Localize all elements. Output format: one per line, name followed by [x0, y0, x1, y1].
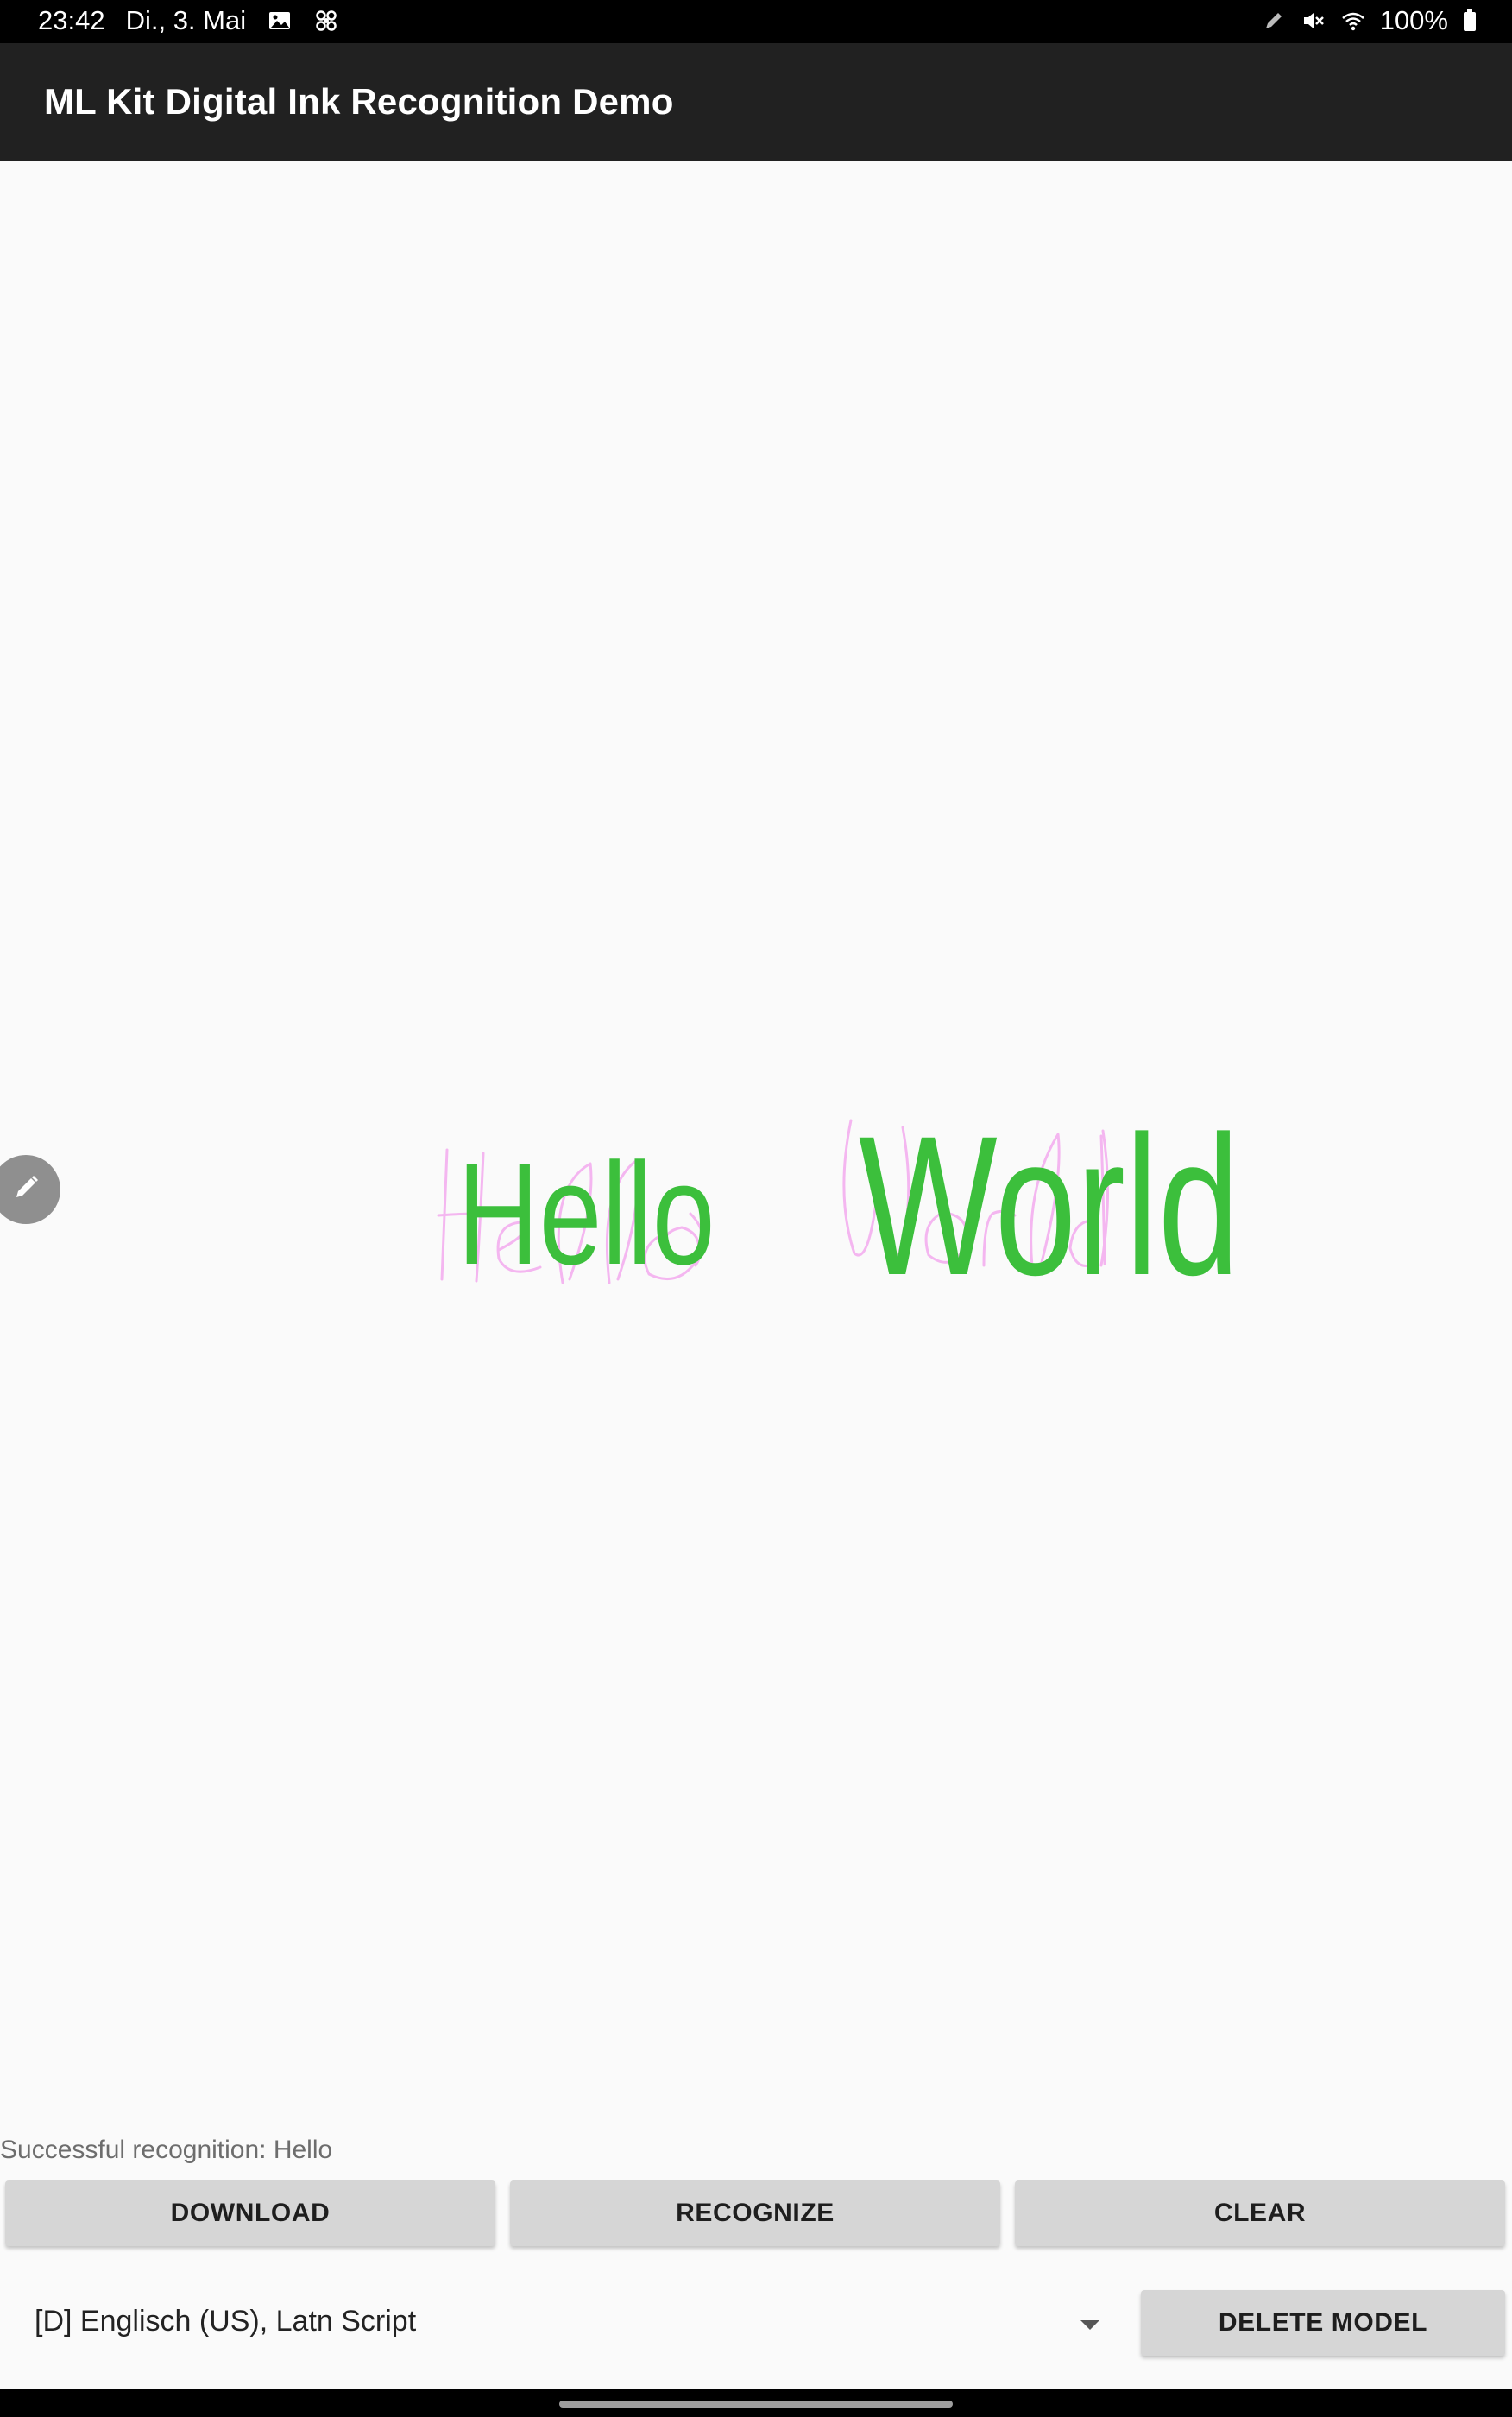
download-button[interactable]: DOWNLOAD: [5, 2180, 495, 2246]
pencil-icon: [9, 1171, 43, 1209]
gallery-icon: [267, 8, 293, 34]
wifi-icon: [1340, 8, 1366, 34]
language-spinner[interactable]: [D] Englisch (US), Latn Script: [0, 2270, 1122, 2374]
ink-strokes: [437, 1119, 1110, 1284]
drawing-canvas[interactable]: Hello World: [0, 161, 1512, 2130]
status-bar-left: 23:42 Di., 3. Mai: [38, 5, 339, 36]
fan-icon: [313, 8, 339, 34]
recognized-word-hello: Hello: [457, 1133, 715, 1295]
language-spinner-value: [D] Englisch (US), Latn Script: [35, 2305, 417, 2338]
navigation-bar: [0, 2389, 1512, 2417]
battery-icon: [1462, 8, 1477, 34]
clear-button[interactable]: CLEAR: [1015, 2180, 1505, 2246]
battery-percent: 100%: [1379, 5, 1448, 35]
status-bar: 23:42 Di., 3. Mai 100%: [0, 0, 1512, 43]
status-time: 23:42: [38, 5, 105, 35]
status-date: Di., 3. Mai: [125, 5, 247, 35]
pen-icon: [1261, 8, 1287, 34]
app-bar: ML Kit Digital Ink Recognition Demo: [0, 43, 1512, 161]
recognize-button[interactable]: RECOGNIZE: [510, 2180, 1000, 2246]
home-handle[interactable]: [559, 2401, 953, 2408]
dropdown-arrow-icon: [1080, 2320, 1099, 2330]
status-bar-right: 100%: [1261, 5, 1477, 36]
mute-icon: [1301, 8, 1326, 34]
recognition-status-text: Successful recognition: Hello: [0, 2136, 333, 2164]
delete-model-button[interactable]: DELETE MODEL: [1141, 2290, 1505, 2356]
app-title: ML Kit Digital Ink Recognition Demo: [44, 81, 674, 122]
recognized-word-world: World: [859, 1095, 1240, 1316]
